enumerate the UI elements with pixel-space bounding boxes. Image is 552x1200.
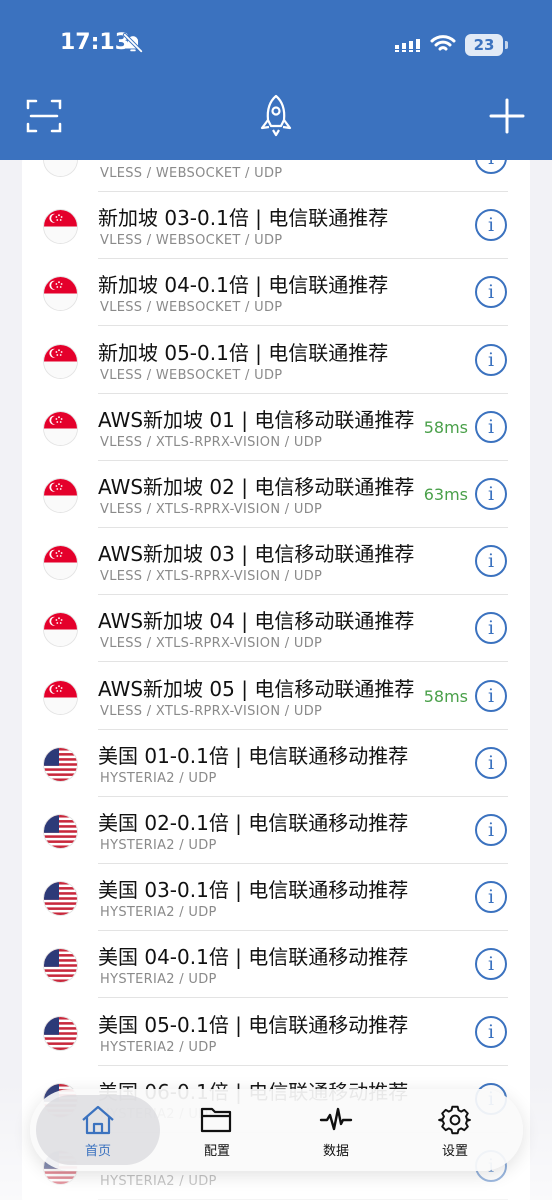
latency-label: 58ms (423, 686, 468, 706)
singapore-flag-icon (44, 210, 77, 244)
server-row[interactable]: 新加坡 03-0.1倍 | 电信联通推荐 VLESS / WEBSOCKET / … (22, 192, 530, 260)
top-bar: 17:13 23 (0, 0, 552, 160)
info-icon[interactable]: i (475, 343, 507, 376)
server-row[interactable]: AWS新加坡 02 | 电信移动联通推荐 VLESS / XTLS-RPRX-VI… (22, 461, 530, 528)
home-icon (36, 1105, 160, 1135)
server-list: VLESS / WEBSOCKET / UDPi新加坡 03-0.1倍 | 电信… (22, 150, 530, 1200)
tab-settings-label: 设置 (441, 1144, 468, 1159)
info-icon[interactable]: i (475, 612, 507, 645)
server-protocol: HYSTERIA2 / UDP (100, 838, 217, 853)
latency-label: 63ms (423, 485, 468, 504)
wifi-icon (430, 34, 456, 58)
info-icon[interactable]: i (475, 746, 507, 779)
server-name: 美国 01-0.1倍 | 电信联通移动推荐 (98, 743, 409, 768)
server-row[interactable]: AWS新加坡 03 | 电信移动联通推荐 VLESS / XTLS-RPRX-VI… (22, 528, 530, 596)
tab-home[interactable]: 首页 (36, 1095, 160, 1165)
server-protocol: HYSTERIA2 / UDP (100, 972, 217, 988)
server-row[interactable]: 新加坡 05-0.1倍 | 电信联通推荐 VLESS / WEBSOCKET / … (22, 327, 530, 394)
server-name: 新加坡 03-0.1倍 | 电信联通推荐 (98, 206, 389, 231)
server-name: 新加坡 04-0.1倍 | 电信联通推荐 (98, 273, 389, 298)
info-icon[interactable]: i (475, 545, 507, 578)
server-row[interactable]: AWS新加坡 04 | 电信移动联通推荐 VLESS / XTLS-RPRX-VI… (22, 595, 530, 663)
server-name: AWS新加坡 02 | 电信移动联通推荐 (98, 475, 415, 499)
singapore-flag-icon (44, 680, 77, 714)
info-icon[interactable]: i (475, 410, 507, 443)
info-icon[interactable]: i (475, 948, 507, 981)
battery-indicator: 23 (465, 34, 508, 56)
server-protocol: VLESS / XTLS-RPRX-VISION / UDP (100, 636, 323, 652)
server-row[interactable]: AWS新加坡 01 | 电信移动联通推荐 VLESS / XTLS-RPRX-VI… (22, 394, 530, 461)
tab-settings[interactable]: 设置 (393, 1095, 517, 1165)
folder-icon (155, 1105, 279, 1135)
singapore-flag-icon (44, 344, 77, 378)
server-name: 美国 02-0.1倍 | 电信联通移动推荐 (98, 811, 409, 835)
server-name: AWS新加坡 05 | 电信移动联通推荐 (98, 676, 415, 701)
tab-bar: 首页 配置 数据 设置 (30, 1089, 523, 1171)
status-time: 17:13 (60, 30, 131, 55)
server-row[interactable]: 新加坡 04-0.1倍 | 电信联通推荐 VLESS / WEBSOCKET / … (22, 259, 530, 327)
info-icon[interactable]: i (475, 209, 507, 242)
usa-flag-icon (44, 815, 77, 848)
info-icon[interactable]: i (475, 679, 507, 712)
server-protocol: VLESS / XTLS-RPRX-VISION / UDP (100, 434, 323, 450)
bell-muted-icon (122, 32, 144, 58)
cellular-signal-icon (395, 36, 423, 56)
usa-flag-icon (44, 1016, 77, 1050)
usa-flag-icon (44, 882, 77, 916)
scan-icon[interactable] (26, 98, 62, 138)
server-name: AWS新加坡 04 | 电信移动联通推荐 (98, 609, 415, 634)
info-icon[interactable]: i (475, 478, 507, 510)
server-row[interactable]: 美国 04-0.1倍 | 电信联通移动推荐 HYSTERIA2 / UDP i (22, 931, 530, 999)
server-row[interactable]: 美国 01-0.1倍 | 电信联通移动推荐 HYSTERIA2 / UDP i (22, 730, 530, 797)
server-name: 美国 03-0.1倍 | 电信联通移动推荐 (98, 878, 409, 903)
info-icon[interactable]: i (475, 276, 507, 309)
server-protocol: VLESS / WEBSOCKET / UDP (100, 233, 283, 249)
server-protocol: HYSTERIA2 / UDP (100, 1039, 217, 1055)
server-protocol: VLESS / WEBSOCKET / UDP (100, 166, 283, 181)
tab-config[interactable]: 配置 (155, 1095, 279, 1165)
usa-flag-icon (44, 949, 77, 983)
server-protocol: VLESS / WEBSOCKET / UDP (100, 367, 283, 383)
server-name: AWS新加坡 03 | 电信移动联通推荐 (98, 542, 415, 567)
singapore-flag-icon (44, 277, 77, 311)
server-protocol: HYSTERIA2 / UDP (100, 1174, 217, 1189)
singapore-flag-icon (44, 546, 77, 580)
server-protocol: VLESS / XTLS-RPRX-VISION / UDP (100, 502, 323, 517)
server-row[interactable]: AWS新加坡 05 | 电信移动联通推荐 VLESS / XTLS-RPRX-VI… (22, 663, 530, 730)
singapore-flag-icon (44, 479, 77, 512)
server-protocol: HYSTERIA2 / UDP (100, 905, 217, 921)
server-name: AWS新加坡 01 | 电信移动联通推荐 (98, 407, 415, 432)
usa-flag-icon (44, 747, 77, 781)
info-icon[interactable]: i (475, 1015, 507, 1048)
latency-label: 58ms (423, 417, 468, 437)
tab-home-label: 首页 (84, 1144, 111, 1159)
server-protocol: VLESS / XTLS-RPRX-VISION / UDP (100, 703, 323, 719)
tab-data[interactable]: 数据 (274, 1095, 398, 1165)
server-row[interactable]: 美国 02-0.1倍 | 电信联通移动推荐 HYSTERIA2 / UDP i (22, 797, 530, 864)
status-bar: 17:13 23 (0, 30, 552, 60)
server-protocol: VLESS / XTLS-RPRX-VISION / UDP (100, 569, 323, 585)
gear-icon (393, 1105, 517, 1135)
plus-icon[interactable] (489, 98, 525, 138)
server-row[interactable]: 美国 03-0.1倍 | 电信联通移动推荐 HYSTERIA2 / UDP i (22, 864, 530, 932)
info-icon[interactable]: i (475, 881, 507, 914)
singapore-flag-icon (44, 613, 77, 647)
info-icon[interactable]: i (475, 814, 507, 846)
activity-icon (274, 1105, 398, 1135)
singapore-flag-icon (44, 411, 77, 445)
server-protocol: VLESS / WEBSOCKET / UDP (100, 300, 283, 316)
tab-data-label: 数据 (322, 1144, 349, 1159)
server-name: 美国 05-0.1倍 | 电信联通移动推荐 (98, 1012, 409, 1037)
rocket-icon (258, 93, 294, 143)
tab-config-label: 配置 (203, 1144, 230, 1159)
server-name: 美国 04-0.1倍 | 电信联通移动推荐 (98, 945, 409, 970)
server-protocol: HYSTERIA2 / UDP (100, 770, 217, 786)
server-name: 新加坡 05-0.1倍 | 电信联通推荐 (98, 340, 389, 365)
server-row[interactable]: 美国 05-0.1倍 | 电信联通移动推荐 HYSTERIA2 / UDP i (22, 999, 530, 1066)
